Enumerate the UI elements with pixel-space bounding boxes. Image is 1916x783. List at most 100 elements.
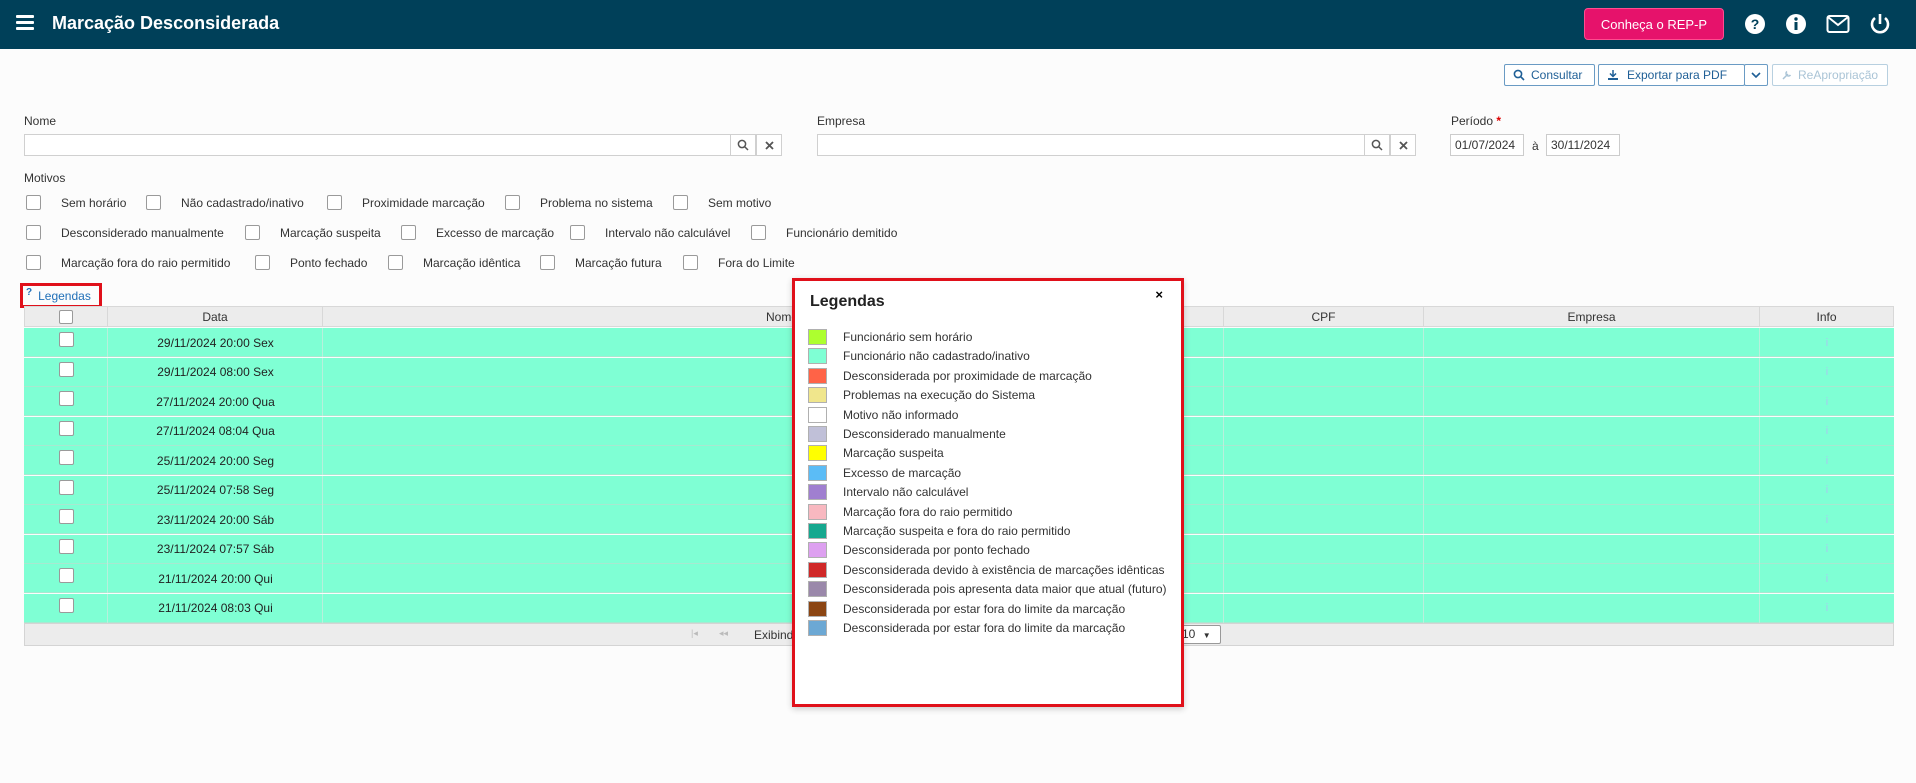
legend-color-swatch [808, 600, 827, 617]
row-info-icon[interactable]: i [1759, 357, 1894, 387]
page-title: Marcação Desconsiderada [52, 13, 280, 33]
row-cpf [1223, 357, 1424, 387]
motivo-demitido-checkbox[interactable] [751, 225, 766, 240]
prev-page-icon[interactable]: ◂◂ [719, 628, 728, 639]
row-empresa [1423, 475, 1760, 505]
legendas-link[interactable]: ? Legendas [20, 283, 102, 308]
motivo-label: Sem horário [61, 196, 127, 210]
reapropriacao-button[interactable]: ReApropriação [1772, 64, 1888, 86]
periodo-end-input[interactable]: 30/11/2024 [1546, 134, 1620, 156]
periodo-start-input[interactable]: 01/07/2024 [1450, 134, 1524, 156]
row-info-icon[interactable]: i [1759, 387, 1894, 416]
row-empresa [1423, 446, 1760, 475]
info-icon[interactable] [1784, 12, 1808, 36]
row-checkbox[interactable] [58, 332, 74, 347]
row-info-icon[interactable]: i [1759, 475, 1894, 505]
exportar-pdf-button[interactable]: Exportar para PDF [1598, 64, 1745, 86]
legend-color-swatch [808, 523, 827, 539]
exportar-dropdown-button[interactable] [1744, 64, 1768, 86]
motivo-intervalo-checkbox[interactable] [570, 225, 585, 240]
power-icon[interactable] [1868, 12, 1892, 36]
legend-item: Desconsiderado manualmente [808, 424, 1006, 444]
motivo-label: Marcação idêntica [423, 256, 521, 270]
motivo-identica-checkbox[interactable] [388, 255, 403, 270]
row-info-icon[interactable]: i [1759, 446, 1894, 475]
legend-item: Funcionário não cadastrado/inativo [808, 346, 1030, 366]
row-select-cell [24, 328, 108, 357]
motivo-label: Excesso de marcação [436, 226, 555, 240]
close-icon [1398, 140, 1408, 150]
column-header-cpf[interactable]: CPF [1223, 306, 1424, 327]
motivo-ponto-fechado-checkbox[interactable] [255, 255, 270, 270]
nome-input[interactable] [24, 134, 731, 156]
motivo-fora-raio-checkbox[interactable] [26, 255, 41, 270]
motivo-suspeita-checkbox[interactable] [245, 225, 260, 240]
motivo-label: Marcação futura [575, 256, 662, 270]
row-data: 25/11/2024 07:58 Seg [107, 475, 323, 505]
empresa-input[interactable] [817, 134, 1365, 156]
row-checkbox[interactable] [58, 391, 74, 406]
legend-item: Intervalo não calculável [808, 482, 968, 502]
motivo-label: Não cadastrado/inativo [181, 196, 304, 210]
motivo-futura-checkbox[interactable] [540, 255, 555, 270]
legend-label: Desconsiderada por ponto fechado [843, 543, 1030, 558]
row-info-icon[interactable]: i [1759, 534, 1894, 564]
nome-search-button[interactable] [730, 134, 756, 156]
row-info-icon[interactable]: i [1759, 328, 1894, 357]
top-bar: Marcação Desconsiderada Conheça o REP-P … [0, 0, 1916, 49]
row-checkbox[interactable] [58, 479, 74, 495]
row-checkbox[interactable] [58, 597, 74, 613]
row-checkbox[interactable] [58, 509, 74, 524]
motivo-sem-motivo-checkbox[interactable] [673, 195, 688, 210]
legend-item: Desconsiderada por proximidade de marcaç… [808, 366, 1092, 386]
select-all-checkbox[interactable] [59, 309, 73, 324]
row-empresa [1423, 416, 1760, 446]
legend-color-swatch [808, 406, 827, 423]
row-checkbox[interactable] [58, 568, 74, 583]
legend-color-swatch [808, 464, 827, 481]
row-info-icon[interactable]: i [1759, 593, 1894, 623]
help-icon[interactable]: ? [1743, 12, 1767, 36]
row-info-icon[interactable]: i [1759, 416, 1894, 446]
required-marker: * [1496, 114, 1502, 128]
row-data: 23/11/2024 20:00 Sáb [107, 505, 323, 534]
consultar-button[interactable]: Consultar [1504, 64, 1595, 86]
motivo-problema-sistema-checkbox[interactable] [505, 195, 520, 210]
motivo-sem-horario-checkbox[interactable] [26, 195, 41, 210]
row-select-cell [24, 505, 108, 534]
motivo-excesso-checkbox[interactable] [401, 225, 416, 240]
row-checkbox[interactable] [58, 450, 74, 465]
row-checkbox[interactable] [58, 361, 74, 377]
row-empresa [1423, 357, 1760, 387]
row-select-cell [24, 594, 108, 623]
row-info-icon[interactable]: i [1759, 564, 1894, 593]
row-select-cell [24, 417, 108, 446]
row-select-cell [24, 358, 108, 387]
empresa-clear-button[interactable] [1390, 134, 1416, 156]
motivo-label: Fora do Limite [718, 256, 795, 270]
mail-icon[interactable] [1826, 12, 1850, 36]
row-info-icon[interactable]: i [1759, 505, 1894, 534]
legend-item: Marcação suspeita [808, 443, 944, 463]
motivo-fora-limite-checkbox[interactable] [683, 255, 698, 270]
legend-color-swatch [808, 348, 827, 365]
legend-label: Excesso de marcação [843, 465, 962, 480]
motivo-nao-cadastrado-checkbox[interactable] [146, 195, 161, 210]
close-icon[interactable]: × [1155, 287, 1163, 302]
column-header-empresa[interactable]: Empresa [1423, 306, 1760, 327]
row-checkbox[interactable] [58, 538, 74, 554]
column-header-info[interactable]: Info [1759, 306, 1894, 327]
row-empresa [1423, 534, 1760, 564]
empresa-search-button[interactable] [1364, 134, 1390, 156]
periodo-label: Período * [1451, 114, 1501, 128]
svg-text:?: ? [1751, 16, 1760, 32]
rep-p-button[interactable]: Conheça o REP-P [1584, 8, 1724, 40]
row-empresa [1423, 593, 1760, 623]
first-page-icon[interactable]: |◂ [691, 628, 698, 639]
row-checkbox[interactable] [58, 420, 74, 436]
menu-icon[interactable] [16, 15, 34, 31]
nome-clear-button[interactable] [756, 134, 782, 156]
column-header-data[interactable]: Data [107, 306, 323, 327]
motivo-manual-checkbox[interactable] [26, 225, 41, 240]
motivo-proximidade-checkbox[interactable] [327, 195, 342, 210]
